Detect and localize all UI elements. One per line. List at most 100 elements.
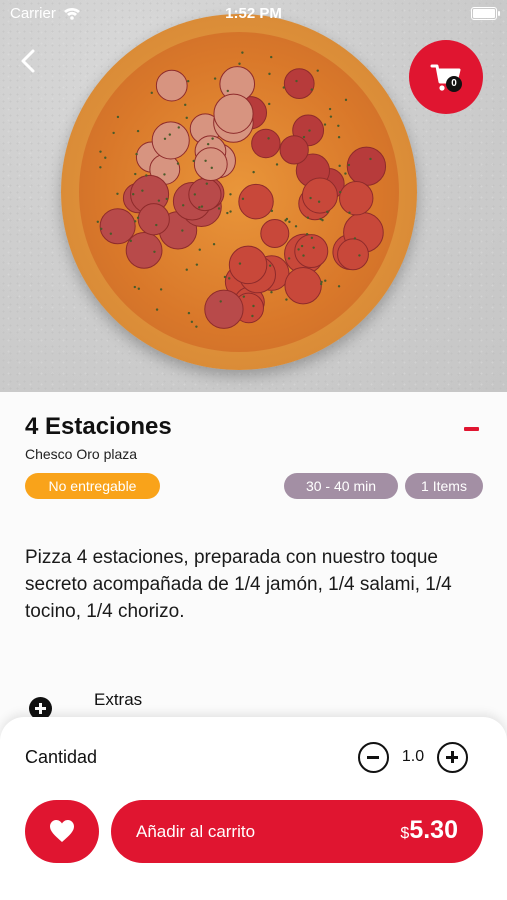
herb-speck: [217, 207, 221, 210]
quantity-decrease-button[interactable]: [358, 742, 389, 773]
pizza-slice-topping: [99, 208, 136, 245]
herb-speck: [310, 236, 314, 240]
herb-speck: [288, 220, 291, 224]
pizza-slice-topping: [339, 181, 374, 216]
herb-speck: [187, 311, 191, 315]
back-button[interactable]: [14, 46, 44, 76]
herb-speck: [100, 227, 103, 231]
herb-speck: [252, 304, 255, 308]
herb-speck: [133, 220, 137, 223]
herb-speck: [241, 197, 245, 201]
herb-speck: [337, 124, 340, 127]
herb-speck: [329, 115, 333, 118]
add-to-cart-button[interactable]: Añadir al carrito $5.30: [111, 800, 483, 863]
herb-speck: [238, 62, 241, 65]
herb-speck: [181, 229, 184, 232]
herb-speck: [268, 72, 271, 76]
herb-speck: [302, 254, 305, 257]
herb-speck: [353, 237, 357, 240]
herb-speck: [155, 223, 158, 227]
herb-speck: [252, 170, 255, 174]
pizza-slice-topping: [204, 289, 244, 329]
pizza-slice-topping: [346, 146, 387, 186]
herb-speck: [285, 217, 289, 221]
herb-speck: [212, 243, 216, 246]
pizza-slice-topping: [260, 218, 290, 248]
favorite-button[interactable]: [25, 800, 99, 863]
herb-speck: [268, 102, 271, 106]
herb-speck: [186, 79, 190, 83]
extras-label[interactable]: Extras: [94, 690, 142, 710]
herb-speck: [344, 172, 347, 175]
herb-speck: [344, 98, 348, 102]
herb-speck: [223, 275, 227, 279]
herb-speck: [228, 277, 231, 280]
herb-speck: [185, 116, 188, 120]
herb-speck: [319, 217, 322, 221]
herb-speck: [96, 220, 99, 223]
herb-speck: [369, 157, 372, 161]
pizza-slice-topping: [284, 266, 322, 305]
product-description: Pizza 4 estaciones, preparada con nuestr…: [25, 547, 452, 622]
herb-speck: [317, 200, 321, 203]
pizza-slice-topping: [279, 135, 309, 165]
herb-speck: [104, 156, 107, 159]
herb-speck: [295, 79, 298, 83]
herb-speck: [136, 129, 140, 133]
herb-speck: [282, 86, 285, 89]
price-value: 5.30: [409, 816, 458, 844]
herb-speck: [159, 288, 163, 291]
herb-speck: [229, 193, 232, 196]
battery-icon: [471, 7, 500, 20]
herb-speck: [133, 285, 137, 289]
herb-speck: [204, 159, 207, 162]
herb-speck: [213, 77, 217, 80]
herb-speck: [198, 206, 201, 209]
cart-button[interactable]: 0: [409, 40, 483, 114]
quantity-label: Cantidad: [25, 747, 98, 767]
herb-speck: [226, 211, 229, 215]
herb-speck: [155, 308, 159, 311]
herb-speck: [268, 264, 272, 267]
pizza-slice-topping: [251, 128, 281, 159]
herb-speck: [141, 189, 144, 192]
herb-speck: [270, 209, 274, 213]
herb-speck: [326, 210, 329, 214]
chevron-left-icon: [21, 49, 35, 73]
herb-speck: [195, 325, 198, 328]
herb-speck: [287, 257, 291, 260]
cart-count-badge: 0: [446, 76, 462, 92]
herb-speck: [184, 103, 187, 107]
time-badge: 30 - 40 min: [284, 473, 398, 499]
product-title: 4 Estaciones: [25, 413, 172, 440]
herb-speck: [270, 55, 273, 59]
herb-speck: [294, 225, 298, 228]
herb-speck: [129, 239, 132, 243]
herb-speck: [267, 137, 270, 140]
pizza-slice-topping: [294, 234, 329, 269]
herb-speck: [337, 135, 341, 139]
pizza-slice-topping: [301, 177, 338, 214]
herb-speck: [165, 197, 168, 201]
herb-speck: [195, 263, 199, 266]
herb-speck: [229, 210, 232, 213]
herb-speck: [358, 254, 361, 257]
herb-speck: [198, 248, 201, 251]
herb-speck: [285, 298, 288, 301]
herb-speck: [226, 89, 229, 93]
pizza-slice-topping: [193, 147, 228, 182]
store-name: Chesco Oro plaza: [25, 446, 138, 462]
herb-speck: [347, 163, 351, 167]
herb-speck: [339, 190, 342, 194]
pizza-slice-topping: [151, 121, 190, 160]
quantity-increase-button[interactable]: [437, 742, 468, 773]
herb-speck: [99, 150, 102, 153]
collapse-button[interactable]: [464, 427, 479, 431]
pizza-slice-topping: [228, 245, 268, 285]
herb-speck: [135, 152, 138, 156]
herb-speck: [185, 268, 188, 271]
herb-speck: [177, 126, 180, 129]
pizza-slice-topping: [125, 231, 163, 269]
herb-speck: [192, 159, 195, 163]
price-currency: $: [400, 825, 410, 842]
